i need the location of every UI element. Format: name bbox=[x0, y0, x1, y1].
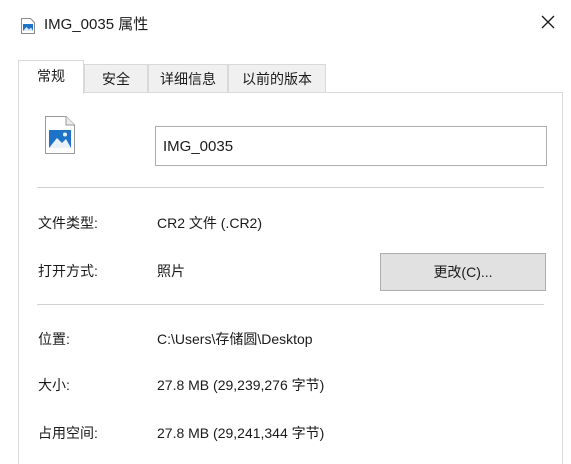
file-name-field[interactable] bbox=[155, 126, 547, 166]
tab-security[interactable]: 安全 bbox=[84, 64, 148, 92]
file-type-label: 文件类型: bbox=[38, 215, 98, 231]
location-value: C:\Users\存储圆\Desktop bbox=[157, 331, 313, 347]
tab-general[interactable]: 常规 bbox=[18, 60, 84, 94]
image-file-icon bbox=[21, 18, 35, 34]
size-label: 大小: bbox=[38, 377, 70, 393]
size-on-disk-label: 占用空间: bbox=[38, 425, 98, 441]
tab-bar: 常规 安全 详细信息 以前的版本 bbox=[18, 60, 563, 94]
close-button[interactable] bbox=[525, 0, 571, 48]
opens-with-value: 照片 bbox=[157, 263, 185, 279]
size-on-disk-value: 27.8 MB (29,241,344 字节) bbox=[157, 425, 325, 441]
opens-with-label: 打开方式: bbox=[38, 263, 98, 279]
close-icon bbox=[541, 15, 555, 34]
location-label: 位置: bbox=[38, 331, 70, 347]
tab-details[interactable]: 详细信息 bbox=[148, 64, 228, 92]
file-type-value: CR2 文件 (.CR2) bbox=[157, 215, 263, 231]
image-file-icon bbox=[45, 116, 75, 154]
divider bbox=[37, 187, 544, 188]
window-title: IMG_0035 属性 bbox=[44, 16, 149, 33]
size-value: 27.8 MB (29,239,276 字节) bbox=[157, 377, 325, 393]
divider bbox=[37, 304, 544, 305]
properties-dialog: IMG_0035 属性 常规 安全 详细信息 以前的版本 文 bbox=[0, 0, 571, 464]
tab-previous-versions[interactable]: 以前的版本 bbox=[228, 64, 326, 92]
title-bar: IMG_0035 属性 bbox=[0, 0, 571, 52]
change-button[interactable]: 更改(C)... bbox=[380, 253, 546, 291]
general-panel: 文件类型: CR2 文件 (.CR2) 打开方式: 照片 更改(C)... 位置… bbox=[18, 92, 563, 464]
